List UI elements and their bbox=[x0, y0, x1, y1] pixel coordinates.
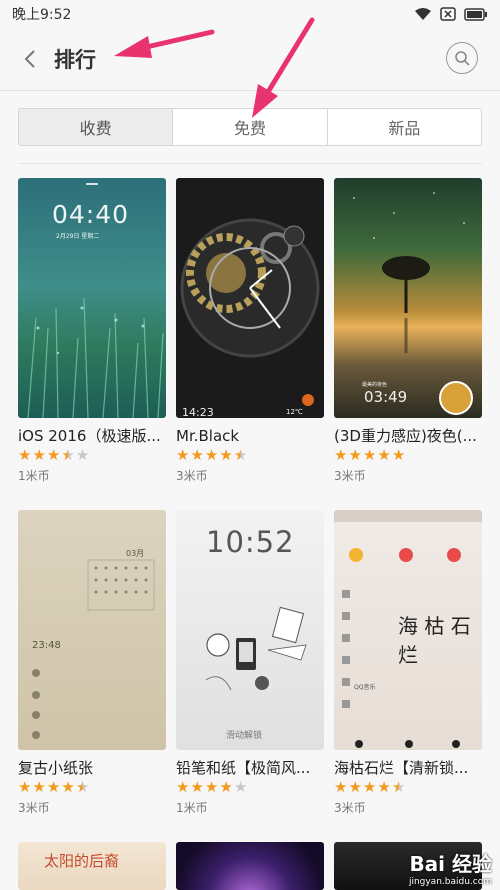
status-icons bbox=[414, 7, 488, 21]
theme-thumbnail: 04:40 2月29日 星期二 bbox=[18, 178, 166, 418]
star-icon: ★ bbox=[176, 779, 189, 795]
star-icon: ★ bbox=[219, 779, 232, 795]
thumb-calligraphy: 海 枯 石 烂 bbox=[398, 610, 478, 668]
rating-stars: ★★★★★ bbox=[18, 447, 166, 463]
star-icon: ★ bbox=[32, 779, 45, 795]
star-icon: ★ bbox=[205, 779, 218, 795]
theme-card[interactable]: 04:40 2月29日 星期二 iOS 2016（极速版... ★★★★★ 1米… bbox=[18, 178, 166, 484]
wifi-icon bbox=[414, 7, 432, 21]
theme-price: 3米币 bbox=[334, 799, 482, 816]
star-empty-icon: ★ bbox=[76, 447, 89, 463]
theme-thumbnail bbox=[176, 842, 324, 890]
star-icon: ★ bbox=[61, 779, 74, 795]
thumb-clock: 03:49 bbox=[364, 388, 407, 406]
theme-price: 3米币 bbox=[176, 467, 324, 484]
theme-card[interactable] bbox=[176, 842, 324, 890]
status-time: 晚上9:52 bbox=[12, 4, 71, 24]
tab-free[interactable]: 免费 bbox=[173, 109, 327, 145]
thumb-date: 2月29日 星期二 bbox=[56, 231, 99, 240]
header-divider bbox=[0, 90, 500, 91]
thumb-clock: 23:48 bbox=[32, 640, 61, 651]
tab-new[interactable]: 新品 bbox=[328, 109, 481, 145]
star-icon: ★ bbox=[219, 447, 232, 463]
theme-card[interactable]: 10:52 滑动解锁 铅笔和纸【极简风... ★★★★★ 1米币 bbox=[176, 510, 324, 816]
star-icon: ★ bbox=[377, 447, 390, 463]
theme-name: (3D重力感应)夜色(... bbox=[334, 427, 484, 445]
theme-card[interactable]: 海 枯 石 烂 QQ音乐 海枯石烂【清新锁... ★★★★★ 3米币 bbox=[334, 510, 482, 816]
star-half-icon: ★ bbox=[76, 779, 89, 795]
battery-icon bbox=[464, 8, 488, 21]
star-icon: ★ bbox=[334, 779, 347, 795]
rating-stars: ★★★★★ bbox=[334, 447, 482, 463]
star-half-icon: ★ bbox=[234, 447, 247, 463]
theme-name: 海枯石烂【清新锁... bbox=[334, 759, 484, 777]
page-title: 排行 bbox=[54, 44, 96, 74]
watermark-logo: Bai 经验 bbox=[409, 848, 492, 877]
tabs-divider bbox=[18, 163, 482, 164]
thumb-unlock-hint: 滑动解锁 bbox=[226, 728, 262, 741]
theme-price: 3米币 bbox=[18, 799, 166, 816]
search-button[interactable] bbox=[446, 42, 478, 74]
star-icon: ★ bbox=[205, 447, 218, 463]
star-icon: ★ bbox=[363, 447, 376, 463]
watermark-url: jingyan.baidu.com bbox=[409, 877, 492, 887]
theme-thumbnail: 14:23 12℃ bbox=[176, 178, 324, 418]
rating-stars: ★★★★★ bbox=[176, 447, 324, 463]
tab-paid[interactable]: 收费 bbox=[19, 109, 173, 145]
header: 排行 bbox=[0, 28, 500, 90]
theme-price: 1米币 bbox=[18, 467, 166, 484]
theme-thumbnail: 03:49 最美的夜色 bbox=[334, 178, 482, 418]
theme-thumbnail: 10:52 滑动解锁 bbox=[176, 510, 324, 750]
rating-stars: ★★★★★ bbox=[18, 779, 166, 795]
thumb-weather: 12℃ bbox=[286, 408, 303, 416]
thumb-caption: 最美的夜色 bbox=[362, 381, 387, 388]
star-icon: ★ bbox=[348, 447, 361, 463]
star-icon: ★ bbox=[18, 447, 31, 463]
theme-card[interactable]: 03:49 最美的夜色 (3D重力感应)夜色(... ★★★★★ 3米币 bbox=[334, 178, 482, 484]
rating-stars: ★★★★★ bbox=[176, 779, 324, 795]
theme-card[interactable]: 03月 23:48 复古小纸张 ★★★★★ 3米币 bbox=[18, 510, 166, 816]
theme-name: iOS 2016（极速版... bbox=[18, 427, 168, 445]
star-icon: ★ bbox=[47, 447, 60, 463]
rating-stars: ★★★★★ bbox=[334, 779, 482, 795]
search-icon bbox=[454, 50, 470, 66]
star-icon: ★ bbox=[190, 779, 203, 795]
thumb-title: 太阳的后裔 bbox=[44, 850, 119, 871]
theme-name: 铅笔和纸【极简风... bbox=[176, 759, 326, 777]
star-icon: ★ bbox=[176, 447, 189, 463]
sim-icon bbox=[440, 7, 456, 21]
star-icon: ★ bbox=[32, 447, 45, 463]
theme-name: 复古小纸张 bbox=[18, 759, 168, 777]
back-button[interactable] bbox=[16, 45, 44, 73]
chevron-left-icon bbox=[23, 49, 37, 69]
star-half-icon: ★ bbox=[392, 779, 405, 795]
star-half-icon: ★ bbox=[61, 447, 74, 463]
star-empty-icon: ★ bbox=[234, 779, 247, 795]
star-icon: ★ bbox=[18, 779, 31, 795]
star-icon: ★ bbox=[392, 447, 405, 463]
star-icon: ★ bbox=[47, 779, 60, 795]
status-bar: 晚上9:52 bbox=[0, 0, 500, 28]
star-icon: ★ bbox=[363, 779, 376, 795]
thumb-clock: 10:52 bbox=[206, 525, 295, 559]
thumb-clock: 14:23 bbox=[182, 406, 214, 418]
tab-bar: 收费 免费 新品 bbox=[18, 108, 482, 146]
watermark: Bai 经验 jingyan.baidu.com bbox=[409, 848, 492, 887]
theme-price: 3米币 bbox=[334, 467, 482, 484]
theme-thumbnail: 太阳的后裔 bbox=[18, 842, 166, 890]
star-icon: ★ bbox=[348, 779, 361, 795]
theme-thumbnail: 03月 23:48 bbox=[18, 510, 166, 750]
theme-card[interactable]: 太阳的后裔 bbox=[18, 842, 166, 890]
theme-card[interactable]: 14:23 12℃ Mr.Black ★★★★★ 3米币 bbox=[176, 178, 324, 484]
theme-price: 1米币 bbox=[176, 799, 324, 816]
theme-thumbnail: 海 枯 石 烂 QQ音乐 bbox=[334, 510, 482, 750]
thumb-month: 03月 bbox=[126, 548, 144, 559]
thumb-app-label: QQ音乐 bbox=[354, 682, 375, 691]
star-icon: ★ bbox=[334, 447, 347, 463]
star-icon: ★ bbox=[377, 779, 390, 795]
theme-name: Mr.Black bbox=[176, 427, 326, 445]
star-icon: ★ bbox=[190, 447, 203, 463]
thumb-clock: 04:40 bbox=[52, 200, 129, 229]
